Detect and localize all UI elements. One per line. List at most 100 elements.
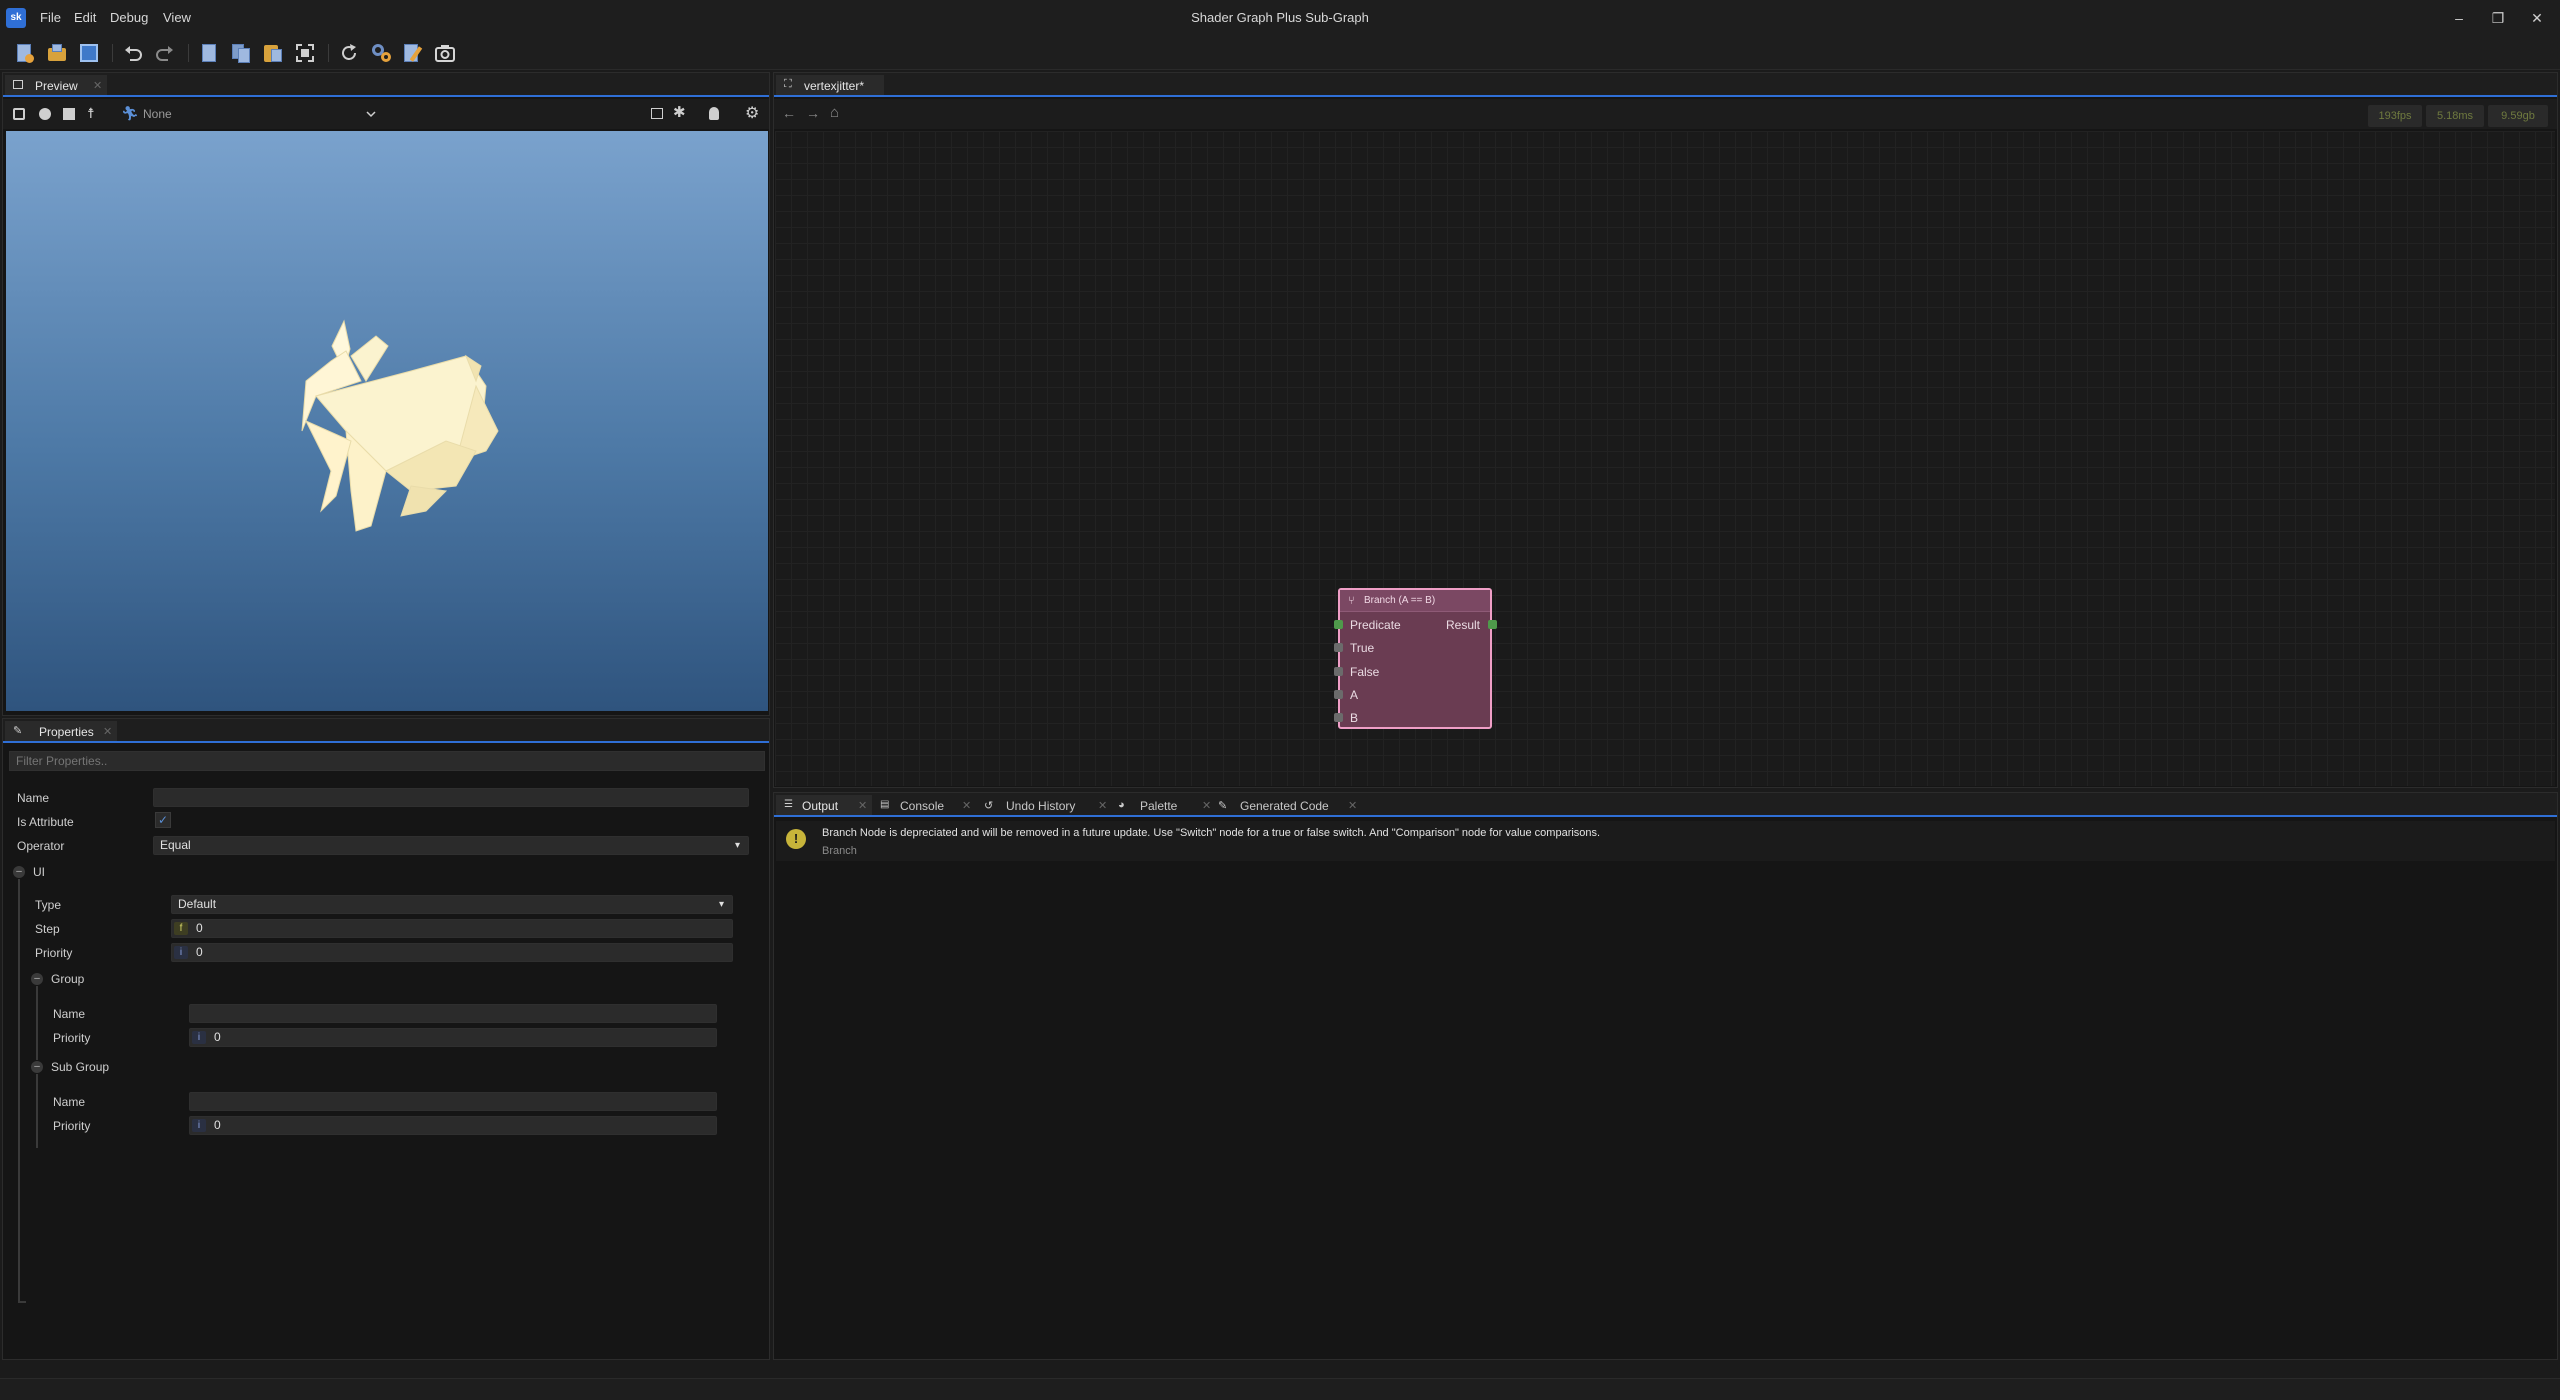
result-port-label: Result <box>1446 618 1481 632</box>
int-type-badge: i <box>192 1031 206 1044</box>
forward-arrow-icon[interactable]: → <box>806 105 820 121</box>
refresh-icon[interactable] <box>338 42 360 64</box>
subgroup-priority-value: 0 <box>214 1118 221 1132</box>
subgroup-name-field[interactable] <box>189 1092 717 1111</box>
a-input-port[interactable] <box>1334 690 1343 699</box>
subgroup-priority-field[interactable]: i 0 <box>189 1116 717 1135</box>
window-title: Shader Graph Plus Sub-Graph <box>1191 10 1369 25</box>
true-input-port[interactable] <box>1334 643 1343 652</box>
b-input-port[interactable] <box>1334 713 1343 722</box>
palette-icon: ◕ <box>1118 799 1125 811</box>
select-all-icon[interactable] <box>294 42 316 64</box>
branch-node-header[interactable]: ⑂ Branch (A == B) <box>1340 590 1490 612</box>
tab-preview[interactable]: Preview ✕ <box>5 75 107 95</box>
menu-file[interactable]: File <box>40 10 61 25</box>
sphere-icon[interactable] <box>39 108 51 120</box>
group-section-header: Group <box>51 972 85 986</box>
branch-node[interactable]: ⑂ Branch (A == B) Predicate Result True … <box>1334 588 1497 729</box>
dropdown-arrow-icon: ▾ <box>734 840 740 851</box>
priority-value: 0 <box>196 945 203 959</box>
close-tab-icon[interactable]: ✕ <box>1098 799 1107 812</box>
menu-view[interactable]: View <box>163 10 191 25</box>
tab-vertexjitter[interactable]: ⛶ vertexjitter* <box>776 75 884 95</box>
menu-edit[interactable]: Edit <box>74 10 96 25</box>
tab-palette[interactable]: ◕ Palette ✕ <box>1118 799 1212 815</box>
step-field[interactable]: f 0 <box>171 919 733 938</box>
preview-viewport[interactable] <box>6 131 768 711</box>
memory-stat: 9.59gb <box>2488 105 2548 127</box>
result-output-port[interactable] <box>1488 620 1497 629</box>
is-attribute-checkbox[interactable]: ✓ <box>155 812 171 828</box>
name-field[interactable] <box>153 788 749 807</box>
tab-generated-code[interactable]: ✎ Generated Code ✕ <box>1218 799 1358 815</box>
false-input-port[interactable] <box>1334 667 1343 676</box>
animation-select[interactable]: None <box>137 104 381 124</box>
redo-icon[interactable] <box>154 42 176 64</box>
grid-icon[interactable] <box>651 108 663 119</box>
frame-icon[interactable] <box>13 108 25 120</box>
tab-properties-label: Properties <box>39 725 94 739</box>
undo-icon[interactable] <box>122 42 144 64</box>
tab-palette-label: Palette <box>1140 799 1178 813</box>
tree-line <box>18 879 20 1303</box>
name-label: Name <box>17 791 50 805</box>
close-tab-icon[interactable]: ✕ <box>93 79 102 92</box>
settings-gears-icon[interactable] <box>370 42 392 64</box>
toolbar-separator <box>328 44 329 62</box>
tree-line-end <box>18 1301 26 1303</box>
screenshot-camera-icon[interactable] <box>434 42 456 64</box>
document-icon[interactable] <box>198 42 220 64</box>
menu-debug[interactable]: Debug <box>110 10 148 25</box>
tab-properties[interactable]: ✎ Properties ✕ <box>5 721 117 741</box>
close-tab-icon[interactable]: ✕ <box>858 799 867 812</box>
status-bar <box>0 1378 2560 1400</box>
type-select[interactable]: Default ▾ <box>171 895 733 914</box>
filter-properties-input[interactable] <box>9 751 765 771</box>
b-port-label: B <box>1350 711 1359 725</box>
back-arrow-icon[interactable]: ← <box>782 105 796 121</box>
light-bulb-icon[interactable] <box>709 107 719 120</box>
toolbar <box>0 36 2560 70</box>
close-tab-icon[interactable]: ✕ <box>962 799 971 812</box>
operator-select[interactable]: Equal ▾ <box>153 836 749 855</box>
ui-section-header: UI <box>33 865 45 879</box>
predicate-port-label: Predicate <box>1350 618 1401 632</box>
figure-icon[interactable]: ☨ <box>87 105 95 122</box>
node-graph-canvas[interactable] <box>775 131 2555 786</box>
tab-generated-code-label: Generated Code <box>1240 799 1329 813</box>
save-icon[interactable] <box>78 42 100 64</box>
minimize-button[interactable]: – <box>2447 6 2471 30</box>
dropdown-arrow-icon: ▾ <box>718 899 724 910</box>
paste-icon[interactable] <box>262 42 284 64</box>
close-tab-icon[interactable]: ✕ <box>1202 799 1211 812</box>
sun-icon[interactable]: ✱ <box>673 103 686 121</box>
collapse-subgroup-icon[interactable]: – <box>31 1061 43 1073</box>
output-message-row[interactable]: ! Branch Node is depreciated and will be… <box>776 821 2555 861</box>
toolbar-separator <box>112 44 113 62</box>
collapse-ui-icon[interactable]: – <box>13 866 25 878</box>
home-icon[interactable]: ⌂ <box>830 104 839 121</box>
branch-icon: ⑂ <box>1348 595 1355 607</box>
maximize-button[interactable]: ❐ <box>2486 6 2510 30</box>
edit-document-icon[interactable] <box>402 42 424 64</box>
gear-icon[interactable]: ⚙ <box>745 103 759 123</box>
priority-field[interactable]: i 0 <box>171 943 733 962</box>
preview-toolbar: ☨ 🏃︎ None ✱ ⚙ <box>3 99 769 129</box>
close-tab-icon[interactable]: ✕ <box>103 725 112 738</box>
predicate-input-port[interactable] <box>1334 620 1343 629</box>
open-folder-icon[interactable] <box>46 42 68 64</box>
subgroup-section-header: Sub Group <box>51 1060 110 1074</box>
tab-undo-history[interactable]: ↺ Undo History ✕ <box>984 799 1110 815</box>
tab-output[interactable]: ☰ Output ✕ <box>776 795 872 815</box>
list-icon: ☰ <box>784 799 793 810</box>
float-type-badge: f <box>174 922 188 935</box>
new-file-icon[interactable] <box>14 42 36 64</box>
group-name-field[interactable] <box>189 1004 717 1023</box>
copy-icon[interactable] <box>230 42 252 64</box>
group-priority-field[interactable]: i 0 <box>189 1028 717 1047</box>
close-tab-icon[interactable]: ✕ <box>1348 799 1357 812</box>
tab-console[interactable]: ▤ Console ✕ <box>878 799 974 815</box>
cube-icon[interactable] <box>63 108 75 120</box>
collapse-group-icon[interactable]: – <box>31 973 43 985</box>
close-button[interactable]: ✕ <box>2525 6 2549 30</box>
